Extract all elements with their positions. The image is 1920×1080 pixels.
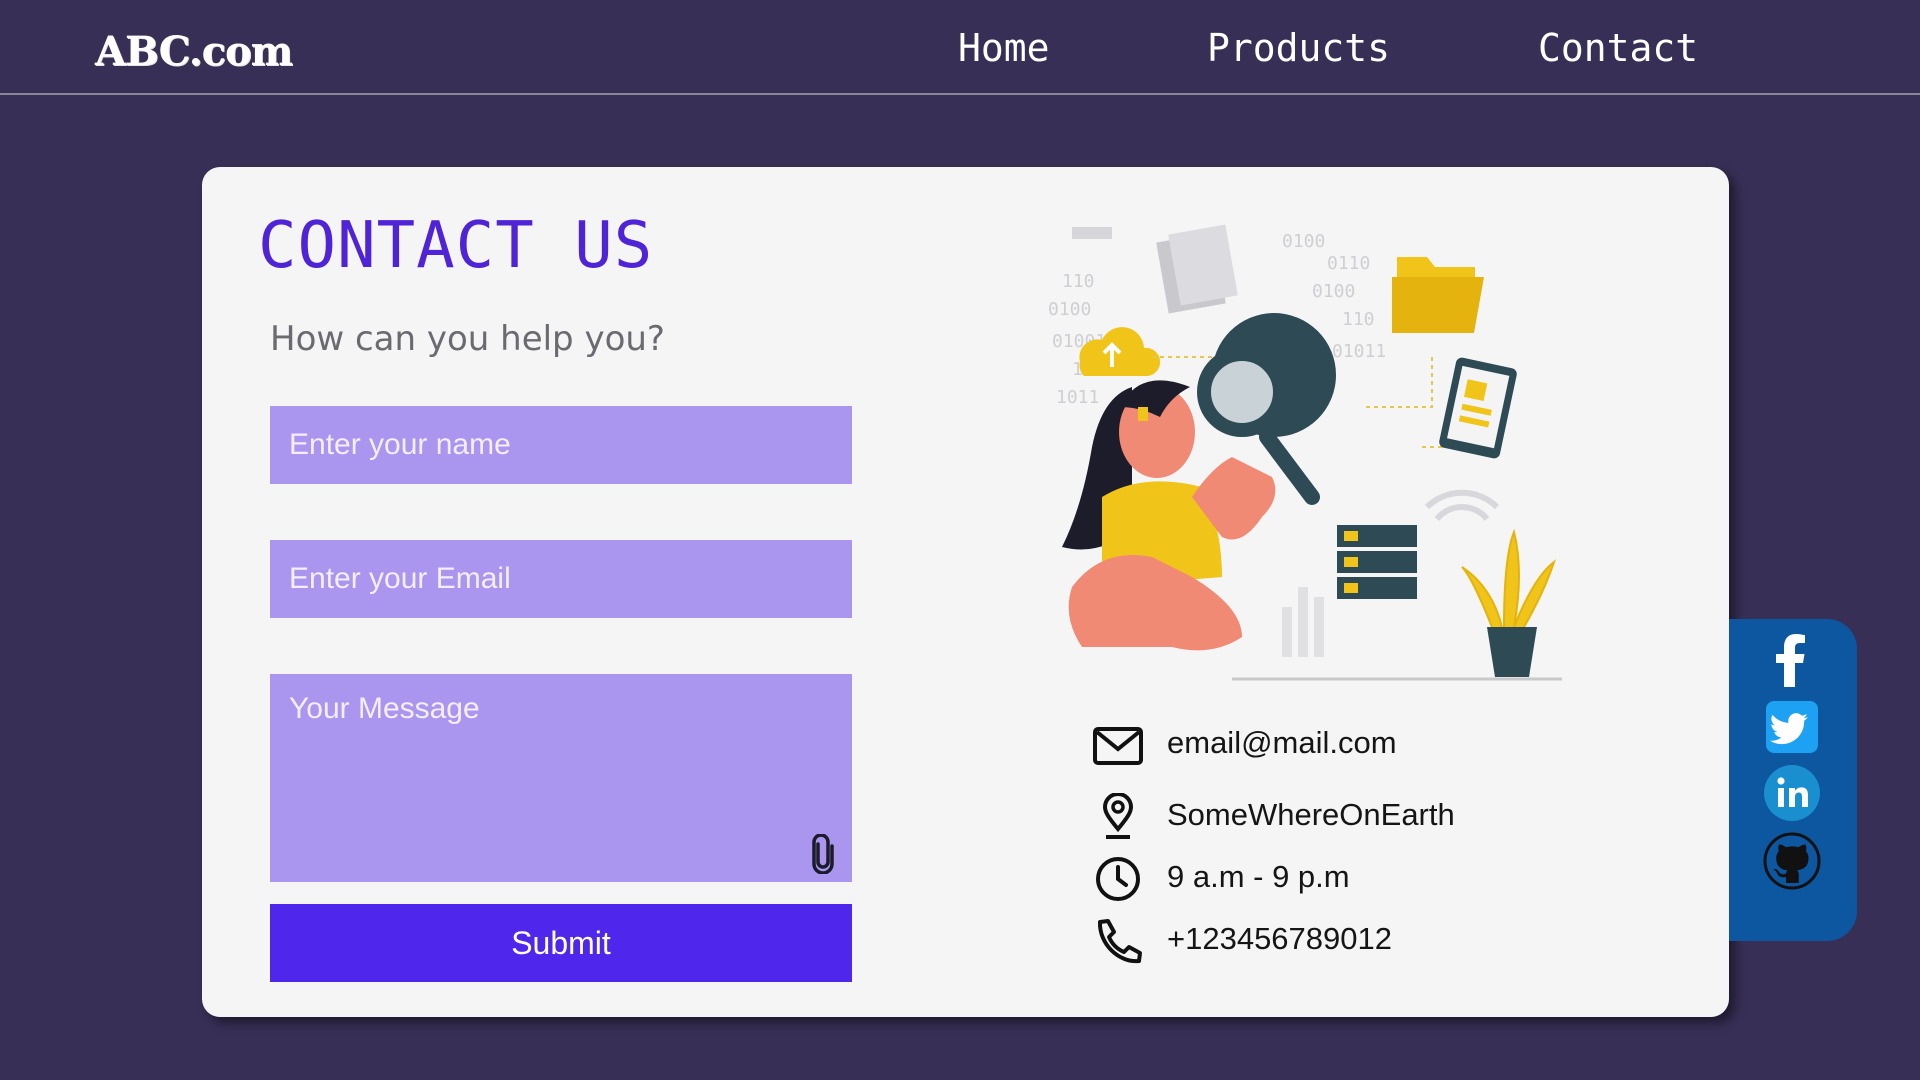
name-input[interactable] bbox=[270, 406, 852, 484]
contact-phone: +123456789012 bbox=[1167, 921, 1392, 956]
contact-illustration: 010001100100 11001011 1100100 0100111001… bbox=[1048, 224, 1562, 681]
contact-location: SomeWhereOnEarth bbox=[1167, 797, 1455, 832]
nav-contact-link[interactable]: Contact bbox=[1538, 26, 1698, 70]
svg-text:0100: 0100 bbox=[1048, 299, 1091, 320]
mail-icon bbox=[1093, 727, 1143, 765]
social-sidebar bbox=[1729, 619, 1857, 941]
github-icon[interactable] bbox=[1762, 831, 1822, 891]
svg-text:1011: 1011 bbox=[1056, 387, 1099, 408]
facebook-icon[interactable] bbox=[1762, 631, 1822, 691]
svg-text:0110: 0110 bbox=[1327, 253, 1370, 274]
contact-card: CONTACT US How can you help you? Submit … bbox=[202, 167, 1729, 1017]
linkedin-icon[interactable] bbox=[1762, 763, 1822, 823]
phone-icon bbox=[1097, 919, 1142, 964]
clock-icon bbox=[1096, 857, 1140, 901]
location-pin-icon bbox=[1102, 793, 1134, 839]
site-header: ABC.com Home Products Contact bbox=[0, 0, 1920, 95]
svg-text:110: 110 bbox=[1062, 271, 1095, 292]
svg-text:0100: 0100 bbox=[1312, 281, 1355, 302]
svg-text:0100: 0100 bbox=[1282, 231, 1325, 252]
twitter-icon[interactable] bbox=[1762, 697, 1822, 757]
site-logo[interactable]: ABC.com bbox=[95, 28, 293, 75]
attachment-icon[interactable] bbox=[808, 834, 838, 874]
contact-hours: 9 a.m - 9 p.m bbox=[1167, 859, 1350, 894]
svg-text:01011: 01011 bbox=[1332, 341, 1386, 362]
nav-home-link[interactable]: Home bbox=[958, 26, 1050, 70]
message-textarea[interactable] bbox=[270, 674, 852, 882]
email-input[interactable] bbox=[270, 540, 852, 618]
contact-email: email@mail.com bbox=[1167, 725, 1397, 760]
nav-products-link[interactable]: Products bbox=[1207, 26, 1390, 70]
page-subtitle: How can you help you? bbox=[270, 319, 665, 359]
page-title: CONTACT US bbox=[258, 209, 654, 283]
svg-text:110: 110 bbox=[1342, 309, 1375, 330]
submit-button[interactable]: Submit bbox=[270, 904, 852, 982]
